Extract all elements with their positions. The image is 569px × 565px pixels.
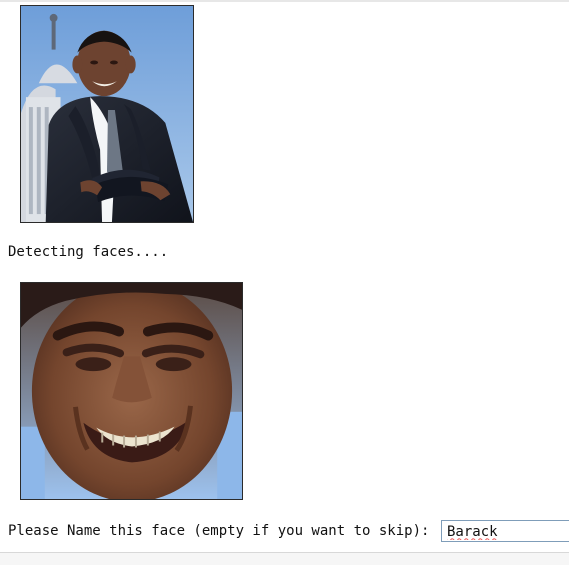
name-prompt-label: Please Name this face (empty if you want… (8, 523, 438, 539)
face-name-input[interactable] (441, 520, 569, 542)
face-crop-icon (21, 283, 242, 499)
person-photo-icon (21, 6, 193, 222)
bottom-scroll-area (0, 552, 569, 565)
source-photo (20, 5, 194, 223)
detecting-status-text: Detecting faces.... (8, 244, 169, 260)
detected-face-crop (20, 282, 243, 500)
top-divider (0, 0, 569, 2)
